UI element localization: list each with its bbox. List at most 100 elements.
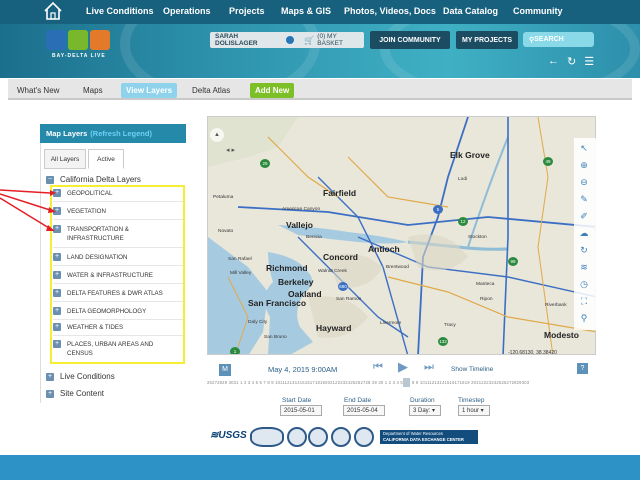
refresh-legend-link[interactable]: (Refresh Legend)	[90, 129, 152, 138]
annotation-arrows	[0, 189, 56, 231]
map-canvas[interactable]: Elk Grove Fairfield American Canyon Vall…	[207, 116, 596, 355]
map-label-riverbank: Riverbank	[545, 303, 567, 308]
arrowhead	[50, 190, 56, 196]
layer-label: TRANSPORTATION & INFRASTRUCTURE	[67, 226, 129, 242]
cart-icon[interactable]: 🛒	[304, 36, 314, 45]
start-date-input[interactable]: 2015-05-01	[280, 405, 322, 416]
layer-label: VEGETATION	[67, 208, 106, 215]
search-map-icon[interactable]: ⚲	[577, 312, 591, 324]
layer-weather-tides[interactable]: + WEATHER & TIDES	[53, 323, 183, 332]
map-label-ripon: Ripon	[480, 297, 493, 302]
partner-seal[interactable]	[250, 427, 284, 447]
timeline-ticks[interactable]: 26272829 3031 1 2 3 4 5 6 7 8 9 10111213…	[207, 380, 596, 385]
zoom-out-icon[interactable]: ⊖	[577, 176, 591, 188]
usgs-logo[interactable]: ≋USGS	[210, 430, 247, 441]
user-name[interactable]: SARAH DOLISLAGER	[210, 33, 282, 47]
map-label-fairfield: Fairfield	[323, 188, 357, 198]
end-date-label: End Date	[344, 397, 372, 404]
measure-icon[interactable]: ✎	[577, 193, 591, 205]
divider	[53, 335, 183, 336]
tab-maps[interactable]: Maps	[78, 83, 108, 98]
map-label-brentwood: Brentwood	[386, 265, 409, 270]
timestep-select[interactable]: 1 hour ▾	[458, 405, 490, 416]
timestep-label: Timestep	[458, 397, 485, 404]
layers-icon[interactable]: ≋	[577, 261, 591, 273]
map-label-novato: Novato	[218, 229, 234, 234]
map-layers-header: Map Layers (Refresh Legend)	[40, 124, 186, 143]
play-icon[interactable]: ▶	[398, 359, 408, 375]
map-label-vallejo: Vallejo	[286, 220, 313, 230]
refresh-icon[interactable]: ↻	[567, 55, 576, 68]
my-projects-button[interactable]: MY PROJECTS	[456, 31, 518, 49]
pan-control[interactable]: ◂ ▸	[226, 146, 235, 154]
timeline-handle[interactable]	[403, 378, 410, 387]
nav-live-conditions[interactable]: Live Conditions	[86, 6, 154, 16]
nav-projects[interactable]: Projects	[229, 6, 265, 16]
partner-seal[interactable]	[287, 427, 307, 447]
nav-community[interactable]: Community	[513, 6, 563, 16]
compass-icon[interactable]: ▲	[210, 128, 224, 142]
sub-tab-bar: What's New Maps View Layers Delta Atlas …	[8, 79, 632, 100]
tree-live-conditions[interactable]: + Live Conditions	[46, 372, 115, 381]
divider	[53, 201, 183, 202]
layer-delta-geomorphology[interactable]: + DELTA GEOMORPHOLOGY	[53, 307, 183, 316]
divider	[53, 247, 183, 248]
upload-icon[interactable]: ☁	[577, 227, 591, 239]
tree-label: Site Content	[60, 389, 105, 398]
add-new-button[interactable]: Add New	[250, 83, 295, 98]
layer-vegetation[interactable]: + VEGETATION	[53, 207, 183, 216]
layer-water-infrastructure[interactable]: + WATER & INFRASTRUCTURE	[53, 271, 183, 280]
search-input[interactable]: ⚲ SEARCH	[523, 32, 594, 47]
nav-photos-videos-docs[interactable]: Photos, Videos, Docs	[344, 6, 436, 16]
dwr-line2: CALIFORNIA DATA EXCHANGE CENTER	[383, 437, 464, 442]
pointer-icon[interactable]: ↖	[577, 142, 591, 154]
draw-icon[interactable]: ✐	[577, 210, 591, 222]
basket-link[interactable]: (0) MY BASKET	[317, 33, 364, 47]
timeline-m-button[interactable]: M	[219, 364, 231, 376]
step-forward-icon[interactable]: ⏭	[424, 361, 434, 374]
back-arrow-icon[interactable]: ←	[548, 55, 559, 68]
bay-delta-live-logo[interactable]	[46, 30, 110, 50]
end-date-input[interactable]: 2015-05-04	[343, 405, 385, 416]
nav-data-catalog[interactable]: Data Catalog	[443, 6, 498, 16]
tab-view-layers[interactable]: View Layers	[121, 83, 178, 98]
top-nav: Live Conditions Operations Projects Maps…	[0, 0, 640, 24]
gear-icon[interactable]	[286, 36, 295, 44]
tab-active[interactable]: Active	[88, 149, 124, 169]
step-back-icon[interactable]: ⏮	[373, 361, 383, 374]
tree-california-delta-layers[interactable]: − California Delta Layers	[46, 175, 141, 184]
expand-icon: +	[46, 389, 54, 398]
tree-site-content[interactable]: + Site Content	[46, 389, 104, 398]
join-community-button[interactable]: JOIN COMMUNITY	[370, 31, 450, 49]
tab-whats-new[interactable]: What's New	[12, 83, 64, 98]
show-timeline-link[interactable]: Show Timeline	[451, 366, 493, 373]
dwr-cdec-logo[interactable]: Department of Water Resources CALIFORNIA…	[380, 430, 478, 444]
tab-delta-atlas[interactable]: Delta Atlas	[187, 83, 235, 98]
layer-transportation[interactable]: + TRANSPORTATION & INFRASTRUCTURE	[53, 225, 183, 243]
logo-text: BAY-DELTA LIVE	[52, 53, 106, 59]
banner-icons: ← ↻ ☰	[548, 55, 594, 68]
zoom-in-icon[interactable]: ⊕	[577, 159, 591, 171]
clock-icon[interactable]: ◷	[577, 278, 591, 290]
nav-maps-gis[interactable]: Maps & GIS	[281, 6, 331, 16]
fullscreen-icon[interactable]: ⛶	[577, 295, 591, 307]
layer-geopolitical[interactable]: + GEOPOLITICAL	[53, 189, 183, 198]
tab-all-layers[interactable]: All Layers	[44, 149, 86, 169]
highway-shield: 132	[438, 337, 448, 346]
menu-icon[interactable]: ☰	[584, 55, 594, 68]
expand-icon: +	[53, 323, 61, 331]
logo-tile-blue	[46, 30, 66, 50]
nav-operations[interactable]: Operations	[163, 6, 211, 16]
partner-seal[interactable]	[354, 427, 374, 447]
layer-delta-features[interactable]: + DELTA FEATURES & DWR ATLAS	[53, 289, 183, 298]
expand-icon: +	[53, 289, 61, 297]
partner-seal[interactable]	[308, 427, 328, 447]
layer-land-designation[interactable]: + LAND DESIGNATION	[53, 253, 183, 262]
refresh-map-icon[interactable]: ↻	[577, 244, 591, 256]
home-icon[interactable]	[42, 1, 64, 21]
help-button[interactable]: ?	[577, 363, 588, 374]
partner-seal[interactable]	[331, 427, 351, 447]
duration-select[interactable]: 3 Day: ▾	[409, 405, 441, 416]
layer-places-urban[interactable]: + PLACES, URBAN AREAS AND CENSUS	[53, 340, 183, 358]
arrowhead	[48, 207, 56, 213]
